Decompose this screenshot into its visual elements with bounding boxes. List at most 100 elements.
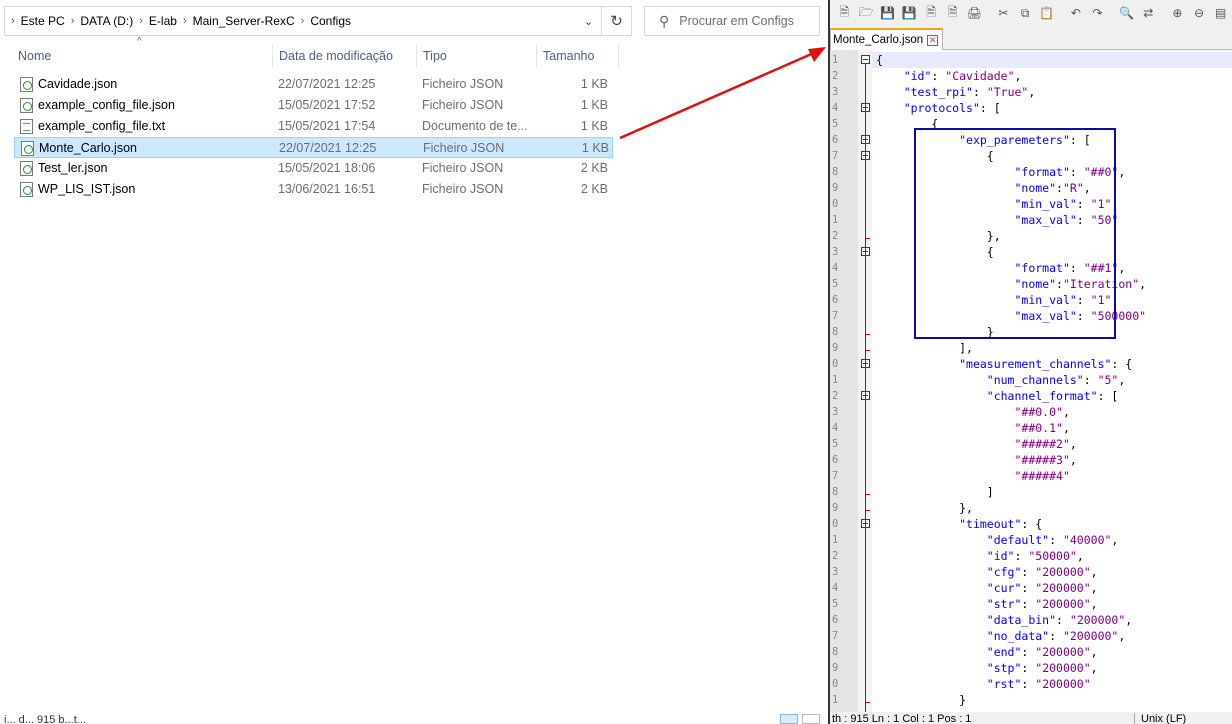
find-icon[interactable]: 🔍 bbox=[1118, 4, 1135, 22]
fold-end-marker bbox=[865, 494, 870, 495]
copy-icon[interactable]: ⧉ bbox=[1017, 4, 1034, 22]
column-divider[interactable] bbox=[618, 44, 619, 68]
breadcrumb-item-este-pc[interactable]: Este PC bbox=[21, 14, 65, 28]
column-header-size[interactable]: Tamanho bbox=[537, 44, 594, 68]
close-all-icon[interactable]: 🗎 bbox=[944, 4, 961, 22]
cut-icon[interactable]: ✂ bbox=[995, 4, 1012, 22]
save-all-icon[interactable]: 💾 bbox=[901, 4, 918, 22]
line-number: 0 bbox=[832, 678, 839, 690]
print-icon[interactable]: 🖨 bbox=[966, 4, 983, 22]
column-header-type[interactable]: Tipo bbox=[417, 44, 447, 68]
tab-monte-carlo[interactable]: Monte_Carlo.json ✕ bbox=[830, 28, 944, 50]
tab-bar: Monte_Carlo.json ✕ bbox=[830, 26, 1232, 50]
line-number: 1 bbox=[832, 694, 839, 706]
code-line: "data_bin": "200000", bbox=[986, 613, 1133, 627]
undo-icon[interactable]: ↶ bbox=[1068, 4, 1085, 22]
line-number: 8 bbox=[832, 646, 839, 658]
explorer-status-bar: i... d... 915 b...t... bbox=[0, 712, 828, 724]
line-number: 2 bbox=[832, 230, 839, 242]
file-row[interactable]: Cavidade.json 22/07/2021 12:25 Ficheiro … bbox=[14, 74, 613, 95]
current-line-highlight bbox=[872, 52, 1232, 68]
code-line: "#####3", bbox=[1014, 453, 1077, 467]
file-name: Test_ler.json bbox=[38, 161, 108, 175]
redo-icon[interactable]: ↷ bbox=[1089, 4, 1106, 22]
line-number: 6 bbox=[832, 294, 839, 306]
fold-toggle-icon[interactable] bbox=[861, 55, 870, 64]
json-file-icon bbox=[20, 77, 33, 92]
fold-end-marker bbox=[865, 702, 870, 703]
breadcrumb-chevron-icon[interactable]: › bbox=[11, 15, 15, 27]
view-toggle bbox=[780, 714, 826, 724]
breadcrumb-chevron-icon[interactable]: › bbox=[301, 15, 305, 27]
line-number: 5 bbox=[832, 278, 839, 290]
file-name: WP_LIS_IST.json bbox=[38, 182, 136, 196]
cursor-position: th : 915 Ln : 1 Col : 1 Pos : 1 bbox=[832, 713, 972, 724]
code-line: ] bbox=[876, 485, 994, 499]
search-input[interactable]: ⚲ Procurar em Configs bbox=[644, 6, 820, 36]
file-row[interactable]: WP_LIS_IST.json 13/06/2021 16:51 Ficheir… bbox=[14, 179, 613, 200]
breadcrumb-item-main-server[interactable]: Main_Server-RexC bbox=[193, 14, 295, 28]
save-icon[interactable]: 💾 bbox=[879, 4, 896, 22]
line-ending[interactable]: Unix (LF) bbox=[1134, 713, 1186, 724]
file-row[interactable]: example_config_file.json 15/05/2021 17:5… bbox=[14, 95, 613, 116]
address-bar[interactable]: › Este PC › DATA (D:) › E-lab › Main_Ser… bbox=[4, 6, 632, 36]
code-line: "end": "200000", bbox=[986, 645, 1098, 659]
line-number: 4 bbox=[832, 422, 839, 434]
file-row[interactable]: Test_ler.json 15/05/2021 18:06 Ficheiro … bbox=[14, 158, 613, 179]
line-number: 1 bbox=[832, 214, 839, 226]
breadcrumb-chevron-icon[interactable]: › bbox=[139, 15, 143, 27]
json-file-icon bbox=[20, 161, 33, 176]
code-line: { bbox=[876, 53, 883, 67]
notepad-plus-plus-window: 🗎 🗁 💾 💾 🗎 🗎 🖨 ✂ ⧉ 📋 ↶ ↷ 🔍 ⇄ ⊕ ⊖ ▤ Monte_… bbox=[828, 0, 1232, 724]
breadcrumb-item-data[interactable]: DATA (D:) bbox=[80, 14, 133, 28]
line-number: 8 bbox=[832, 166, 839, 178]
replace-icon[interactable]: ⇄ bbox=[1140, 4, 1157, 22]
file-name: example_config_file.json bbox=[38, 98, 175, 112]
file-row[interactable]: example_config_file.txt 15/05/2021 17:54… bbox=[14, 116, 613, 137]
file-type: Ficheiro JSON bbox=[422, 77, 504, 91]
file-type: Ficheiro JSON bbox=[423, 141, 505, 155]
code-line: "id": "Cavidade", bbox=[903, 69, 1022, 83]
file-size: 2 KB bbox=[580, 182, 608, 196]
code-line: "num_channels": "5", bbox=[986, 373, 1126, 387]
code-line: ], bbox=[876, 341, 973, 355]
code-line: "timeout": { bbox=[959, 517, 1043, 531]
new-file-icon[interactable]: 🗎 bbox=[836, 4, 853, 22]
refresh-icon[interactable]: ↻ bbox=[601, 7, 631, 35]
sort-up-icon: ^ bbox=[137, 36, 142, 47]
line-number: 6 bbox=[832, 454, 839, 466]
paste-icon[interactable]: 📋 bbox=[1038, 4, 1055, 22]
text-file-icon bbox=[20, 119, 33, 134]
details-view-icon[interactable] bbox=[780, 714, 798, 724]
sync-scroll-icon[interactable]: ▤ bbox=[1212, 4, 1229, 22]
code-line: "cur": "200000", bbox=[986, 581, 1098, 595]
line-number: 2 bbox=[832, 390, 839, 402]
column-header-name[interactable]: Nome bbox=[12, 44, 51, 68]
close-file-icon[interactable]: 🗎 bbox=[923, 4, 940, 22]
file-type: Ficheiro JSON bbox=[422, 98, 504, 112]
file-size: 1 KB bbox=[581, 141, 609, 155]
zoom-in-icon[interactable]: ⊕ bbox=[1169, 4, 1186, 22]
line-number: 0 bbox=[832, 198, 839, 210]
column-headers: ^ Nome Data de modificação Tipo Tamanho bbox=[0, 36, 620, 68]
line-number: 4 bbox=[832, 262, 839, 274]
zoom-out-icon[interactable]: ⊖ bbox=[1191, 4, 1208, 22]
chevron-down-icon[interactable]: ⌄ bbox=[577, 7, 599, 35]
line-number: 3 bbox=[832, 246, 839, 258]
breadcrumb-chevron-icon[interactable]: › bbox=[183, 15, 187, 27]
open-file-icon[interactable]: 🗁 bbox=[858, 4, 875, 22]
breadcrumb-chevron-icon[interactable]: › bbox=[71, 15, 75, 27]
file-row-selected[interactable]: Monte_Carlo.json 22/07/2021 12:25 Fichei… bbox=[14, 137, 613, 158]
large-icons-view-icon[interactable] bbox=[802, 714, 820, 724]
line-number: 3 bbox=[832, 86, 839, 98]
close-icon[interactable]: ✕ bbox=[927, 34, 939, 46]
file-type: Ficheiro JSON bbox=[422, 182, 504, 196]
column-header-date[interactable]: Data de modificação bbox=[273, 44, 393, 68]
file-date: 15/05/2021 18:06 bbox=[278, 161, 376, 175]
code-line: "cfg": "200000", bbox=[986, 565, 1098, 579]
line-number: 9 bbox=[832, 182, 839, 194]
tab-label: Monte_Carlo.json bbox=[833, 34, 924, 46]
line-number: 1 bbox=[832, 534, 839, 546]
breadcrumb-item-elab[interactable]: E-lab bbox=[149, 14, 177, 28]
breadcrumb-item-configs[interactable]: Configs bbox=[310, 14, 351, 28]
